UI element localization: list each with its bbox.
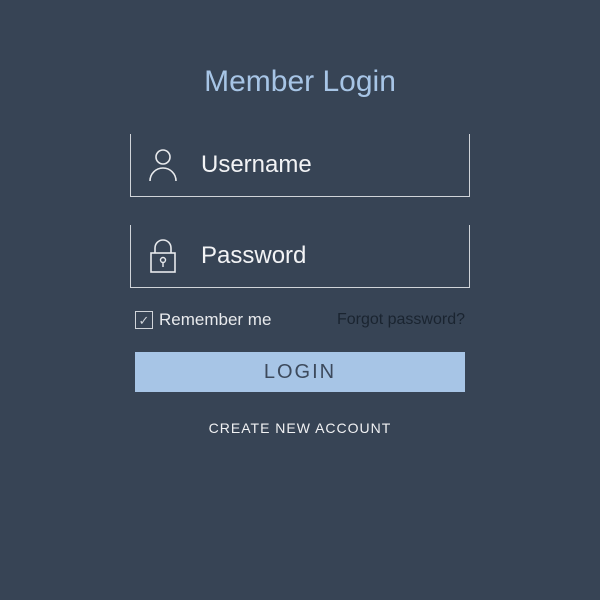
remember-label: Remember me <box>159 310 271 330</box>
options-row: ✓ Remember me Forgot password? <box>115 310 485 330</box>
page-title: Member Login <box>115 65 485 99</box>
username-label: Username <box>201 151 312 179</box>
user-icon <box>143 148 183 182</box>
lock-icon <box>143 239 183 273</box>
remember-me[interactable]: ✓ Remember me <box>135 310 271 330</box>
forgot-password-link[interactable]: Forgot password? <box>337 311 465 329</box>
login-button[interactable]: LOGIN <box>135 352 465 392</box>
username-field[interactable]: Username <box>130 134 470 197</box>
login-form: Member Login Username Password ✓ Remembe… <box>115 65 485 436</box>
password-field[interactable]: Password <box>130 225 470 288</box>
password-label: Password <box>201 242 306 270</box>
checkbox-icon: ✓ <box>135 311 153 329</box>
create-account-link[interactable]: CREATE NEW ACCOUNT <box>115 420 485 436</box>
